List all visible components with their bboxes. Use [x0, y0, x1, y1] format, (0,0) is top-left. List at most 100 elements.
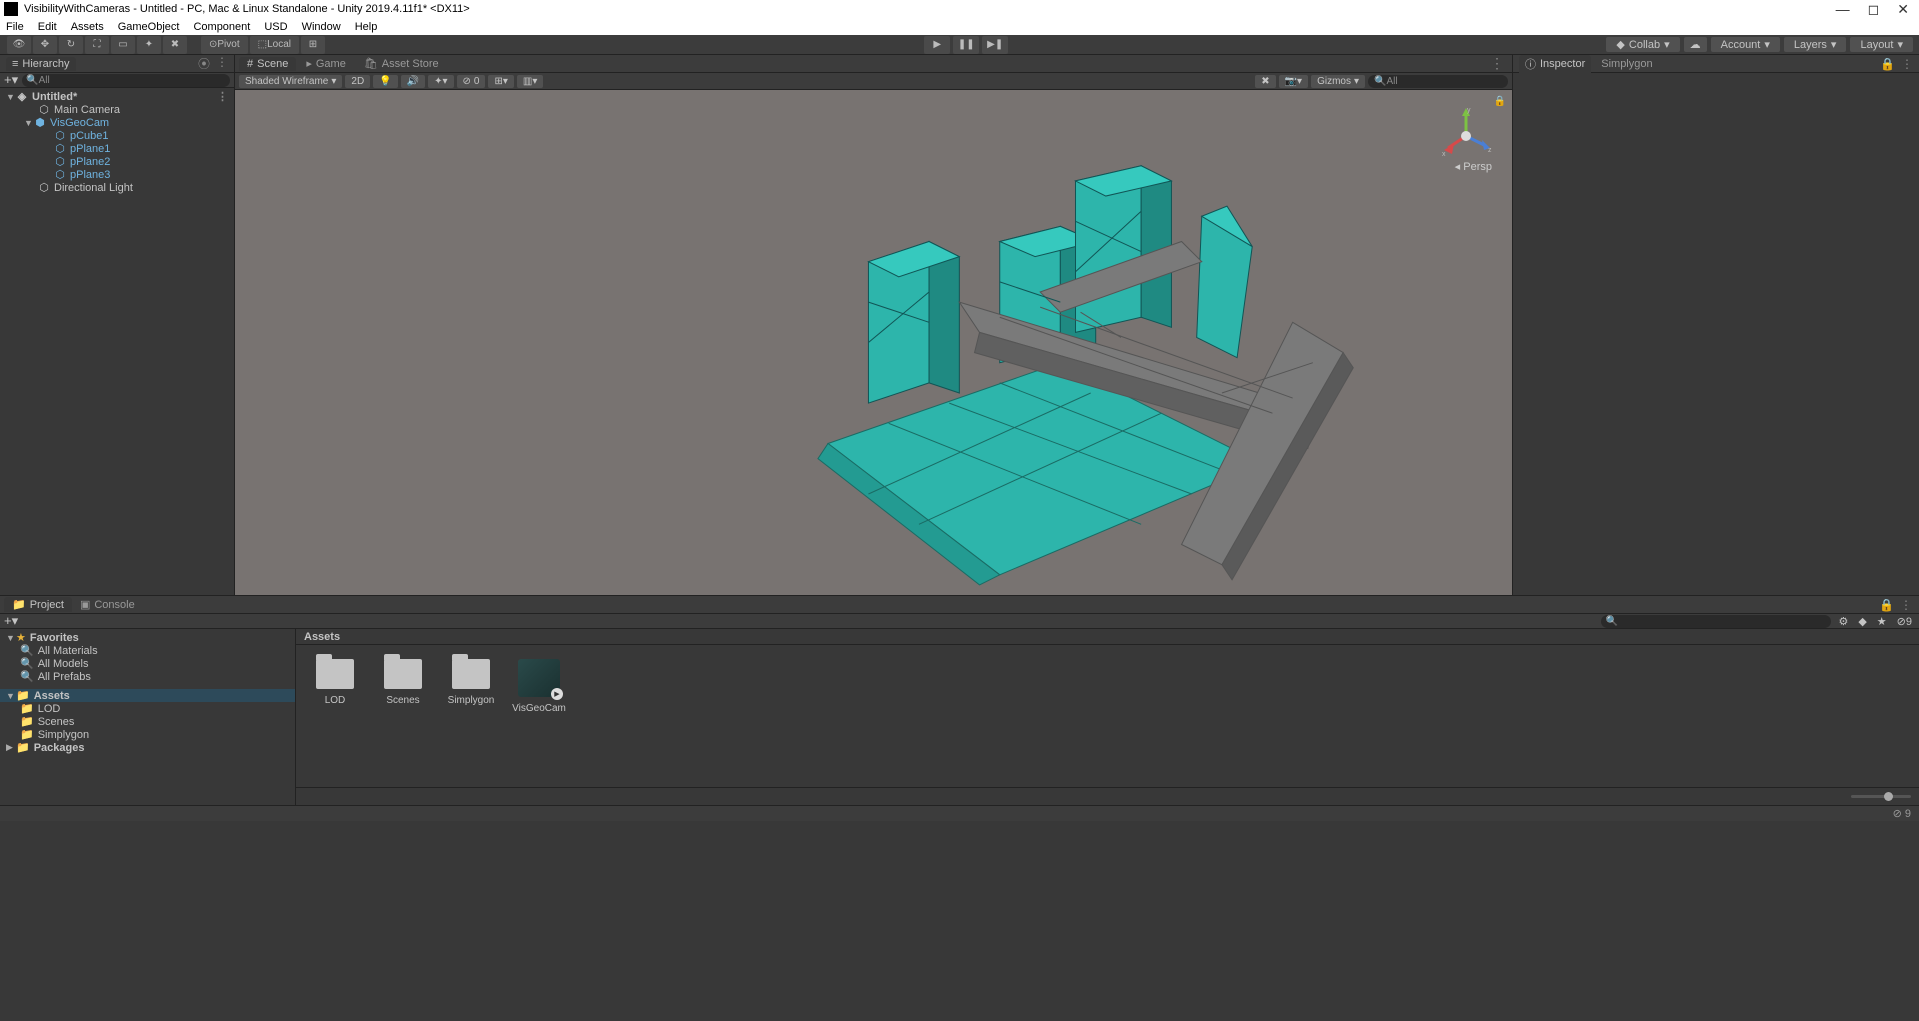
project-tree: ▼★Favorites 🔍All Materials 🔍All Models 🔍… — [0, 629, 296, 805]
rotate-tool[interactable]: ↻ — [59, 36, 83, 54]
hierarchy-search[interactable]: 🔍 All — [22, 74, 230, 87]
assets-folder[interactable]: ▼📁Assets — [0, 689, 295, 702]
asset-grid: LOD Scenes Simplygon VisGeoCam — [296, 645, 1919, 787]
scene-viewport[interactable]: y z x ◂ Persp 🔒 — [235, 90, 1512, 595]
scene-row[interactable]: ▼ ◈ Untitled* ⋮ — [0, 90, 234, 103]
tools-toggle[interactable]: ▥▾ — [517, 75, 543, 88]
layout-dropdown[interactable]: Layout ▾ — [1850, 37, 1913, 52]
unity-icon: ◈ — [16, 91, 28, 103]
inspector-menu-icon[interactable]: ⋮ — [1901, 57, 1913, 71]
cloud-button[interactable]: ☁ — [1684, 37, 1707, 52]
project-breadcrumb[interactable]: Assets — [296, 629, 1919, 645]
step-button[interactable]: ▶❚ — [982, 36, 1008, 54]
thumbnail-size-slider[interactable] — [1851, 795, 1911, 798]
grid-toggle[interactable]: ⊞▾ — [488, 75, 513, 88]
menu-file[interactable]: File — [6, 21, 24, 33]
game-tab[interactable]: ▸ Game — [298, 56, 354, 71]
project-create-dropdown[interactable]: +▾ — [4, 613, 18, 629]
project-menu-icon[interactable]: ⋮ — [1897, 598, 1915, 612]
simplygon-folder[interactable]: 📁Simplygon — [0, 728, 295, 741]
status-hidden-icon[interactable]: ⊘ 9 — [1893, 807, 1911, 820]
project-search[interactable]: 🔍 — [1601, 615, 1831, 628]
hierarchy-item-directional-light[interactable]: ⬡Directional Light — [0, 181, 234, 194]
x-axis-label: x — [1442, 151, 1446, 158]
menu-edit[interactable]: Edit — [38, 21, 57, 33]
asset-visgeocam[interactable]: VisGeoCam — [516, 659, 562, 773]
minimize-button[interactable]: — — [1836, 1, 1850, 18]
menu-window[interactable]: Window — [302, 21, 341, 33]
viewport-lock-icon[interactable]: 🔒 — [1494, 96, 1506, 107]
hierarchy-item-pplane2[interactable]: ⬡pPlane2 — [0, 155, 234, 168]
hierarchy-item-visgeocam[interactable]: ▼⬢VisGeoCam — [0, 116, 234, 129]
menu-assets[interactable]: Assets — [71, 21, 104, 33]
packages-folder[interactable]: ▶📁Packages — [0, 741, 295, 754]
camera-dropdown[interactable]: 📷▾ — [1279, 75, 1308, 88]
menu-help[interactable]: Help — [355, 21, 378, 33]
menu-gameobject[interactable]: GameObject — [118, 21, 180, 33]
hierarchy-item-pcube1[interactable]: ⬡pCube1 — [0, 129, 234, 142]
favorites-all-models[interactable]: 🔍All Models — [0, 657, 295, 670]
hierarchy-tab[interactable]: ≡ Hierarchy — [6, 57, 76, 71]
hierarchy-item-pplane3[interactable]: ⬡pPlane3 — [0, 168, 234, 181]
simplygon-tab[interactable]: Simplygon — [1595, 57, 1658, 71]
pause-button[interactable]: ❚❚ — [953, 36, 979, 54]
hierarchy-menu-icon[interactable]: ⋮ — [216, 55, 228, 72]
scene-search[interactable]: 🔍 All — [1368, 75, 1508, 88]
audio-toggle[interactable]: 🔊 — [401, 75, 425, 88]
favorites-all-materials[interactable]: 🔍All Materials — [0, 644, 295, 657]
asset-scenes[interactable]: Scenes — [380, 659, 426, 773]
pivot-toggle[interactable]: ⊙ Pivot — [201, 36, 248, 54]
create-dropdown[interactable]: +▾ — [4, 72, 18, 88]
hierarchy-item-main-camera[interactable]: ⬡Main Camera — [0, 103, 234, 116]
custom-tool[interactable]: ✖ — [163, 36, 187, 54]
local-toggle[interactable]: ⬚ Local — [250, 36, 299, 54]
scale-tool[interactable]: ⛶ — [85, 36, 109, 54]
layers-dropdown[interactable]: Layers ▾ — [1784, 37, 1847, 52]
filter-icon-2[interactable]: ◆ — [1855, 615, 1869, 628]
project-lock-icon[interactable]: 🔒 — [1876, 598, 1897, 612]
asset-simplygon[interactable]: Simplygon — [448, 659, 494, 773]
scene-menu-icon[interactable]: ⋮ — [217, 90, 234, 103]
console-tab[interactable]: ▣ Console — [72, 597, 143, 612]
folder-icon — [316, 659, 354, 689]
hidden-toggle[interactable]: ⊘0 — [457, 75, 486, 88]
hand-tool[interactable]: 👁 — [7, 36, 31, 54]
play-button[interactable]: ▶ — [924, 36, 950, 54]
scene-tab-menu-icon[interactable]: ⋮ — [1486, 55, 1508, 72]
account-dropdown[interactable]: Account ▾ — [1711, 37, 1780, 52]
filter-icon-3[interactable]: ★ — [1874, 615, 1890, 628]
filter-icon-1[interactable]: ⚙ — [1835, 615, 1851, 628]
hierarchy-item-pplane1[interactable]: ⬡pPlane1 — [0, 142, 234, 155]
hidden-items-icon[interactable]: ⊘9 — [1894, 615, 1915, 628]
inspector-lock-icon[interactable]: 🔒 — [1880, 57, 1895, 71]
transform-tool[interactable]: ✦ — [137, 36, 161, 54]
favorites-all-prefabs[interactable]: 🔍All Prefabs — [0, 670, 295, 683]
move-tool[interactable]: ✥ — [33, 36, 57, 54]
tool-dropdown-1[interactable]: ✖ — [1255, 75, 1275, 88]
lighting-toggle[interactable]: 💡 — [373, 75, 397, 88]
collab-dropdown[interactable]: ◆ Collab ▾ — [1606, 37, 1679, 52]
snap-toggle[interactable]: ⊞ — [301, 36, 325, 54]
hierarchy-lock-icon[interactable]: ⦿ — [198, 55, 210, 72]
asset-lod[interactable]: LOD — [312, 659, 358, 773]
scenes-folder[interactable]: 📁Scenes — [0, 715, 295, 728]
favorites-header[interactable]: ▼★Favorites — [0, 631, 295, 644]
perspective-label[interactable]: ◂ Persp — [1455, 160, 1492, 173]
lod-folder[interactable]: 📁LOD — [0, 702, 295, 715]
menu-component[interactable]: Component — [193, 21, 250, 33]
project-panel: 📁 Project ▣ Console 🔒 ⋮ +▾ 🔍 ⚙ ◆ ★ ⊘9 ▼★… — [0, 595, 1919, 805]
project-tab[interactable]: 📁 Project — [4, 597, 72, 612]
scene-tab[interactable]: # Scene — [239, 57, 296, 71]
scene-name: Untitled* — [32, 91, 77, 103]
2d-toggle[interactable]: 2D — [345, 75, 370, 88]
rect-tool[interactable]: ▭ — [111, 36, 135, 54]
asset-store-tab[interactable]: 🛍 Asset Store — [356, 56, 447, 71]
fx-toggle[interactable]: ✦▾ — [428, 75, 453, 88]
menu-usd[interactable]: USD — [264, 21, 287, 33]
gizmos-dropdown[interactable]: Gizmos ▾ — [1311, 75, 1365, 88]
shading-mode-dropdown[interactable]: Shaded Wireframe ▾ — [239, 75, 342, 88]
maximize-button[interactable]: ◻ — [1868, 1, 1880, 18]
inspector-tab[interactable]: ⓘ Inspector — [1519, 55, 1591, 73]
gameobject-icon: ⬡ — [54, 156, 66, 168]
close-button[interactable]: ✕ — [1897, 1, 1909, 18]
